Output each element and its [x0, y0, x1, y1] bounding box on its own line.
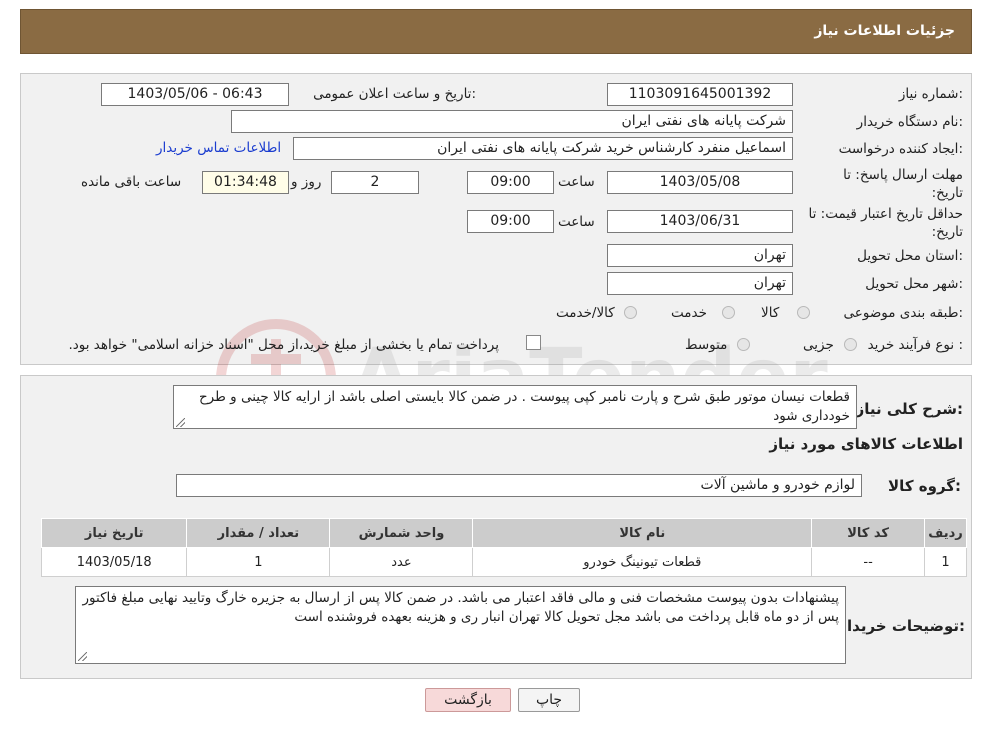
buyer-org-label: نام دستگاه خریدار:: [856, 114, 963, 130]
goods-table-header: ردیف کد کالا نام کالا واحد شمارش تعداد /…: [40, 518, 967, 548]
cell-date: 1403/05/18: [40, 547, 188, 577]
announce-field[interactable]: 1403/05/06 - 06:43: [101, 83, 289, 106]
summary-text: قطعات نیسان موتور طبق شرح و پارت نامبر ک…: [198, 389, 850, 424]
goods-group-label: گروه کالا:: [888, 477, 961, 495]
summary-field[interactable]: قطعات نیسان موتور طبق شرح و پارت نامبر ک…: [173, 385, 857, 429]
category-option-service: خدمت: [671, 305, 707, 321]
col-name: نام کالا: [472, 518, 813, 548]
goods-group-field[interactable]: لوازم خودرو و ماشین آلات: [176, 474, 862, 497]
city-label: شهر محل تحویل:: [865, 276, 963, 292]
validity-date-field[interactable]: 1403/06/31: [607, 210, 793, 233]
need-number-field[interactable]: 1103091645001392: [607, 83, 793, 106]
remaining-label: ساعت باقی مانده: [81, 174, 182, 190]
goods-panel: شرح کلی نیاز: قطعات نیسان موتور طبق شرح …: [20, 375, 972, 679]
print-button[interactable]: چاپ: [518, 688, 580, 712]
table-row[interactable]: 1 -- قطعات تیونینگ خودرو عدد 1 1403/05/1…: [40, 547, 967, 577]
process-label: نوع فرآیند خرید :: [867, 337, 963, 353]
summary-label: شرح کلی نیاز:: [855, 400, 963, 418]
buyer-notes-field[interactable]: پیشنهادات بدون پیوست مشخصات فنی و مالی ف…: [75, 586, 846, 664]
deadline-label: مهلت ارسال پاسخ: تا تاریخ:: [843, 167, 963, 201]
cell-row: 1: [924, 547, 967, 577]
buyer-notes-label: توضیحات خریدار:: [838, 617, 965, 635]
goods-table-wrapper: ردیف کد کالا نام کالا واحد شمارش تعداد /…: [40, 518, 967, 577]
province-label: استان محل تحویل:: [857, 248, 963, 264]
cell-qty: 1: [186, 547, 331, 577]
process-radio-medium[interactable]: [737, 338, 750, 351]
treasury-checkbox[interactable]: [526, 335, 541, 350]
cell-unit: عدد: [329, 547, 474, 577]
need-number-label: شماره نیاز:: [898, 86, 963, 102]
deadline-time-label: ساعت: [558, 174, 595, 190]
category-label: طبقه بندی موضوعی:: [843, 305, 963, 321]
category-radio-service[interactable]: [722, 306, 735, 319]
col-qty: تعداد / مقدار: [186, 518, 331, 548]
contact-info-link[interactable]: اطلاعات تماس خریدار: [156, 140, 281, 156]
category-option-goods: کالا: [761, 305, 780, 321]
category-option-both: کالا/خدمت: [556, 305, 615, 321]
process-option-partial: جزیی: [803, 337, 834, 353]
city-field[interactable]: تهران: [607, 272, 793, 295]
province-field[interactable]: تهران: [607, 244, 793, 267]
process-radio-partial[interactable]: [844, 338, 857, 351]
cell-name: قطعات تیونینگ خودرو: [472, 547, 813, 577]
category-radio-both[interactable]: [624, 306, 637, 319]
process-option-medium: متوسط: [685, 337, 728, 353]
buyer-notes-text: پیشنهادات بدون پیوست مشخصات فنی و مالی ف…: [82, 590, 839, 625]
need-info-panel: AriaTender.neT شماره نیاز: 1103091645001…: [20, 73, 972, 429]
deadline-date-field[interactable]: 1403/05/08: [607, 171, 793, 194]
creator-field[interactable]: اسماعیل منفرد کارشناس خرید شرکت پایانه ه…: [293, 137, 793, 160]
remaining-time-field: 01:34:48: [202, 171, 289, 194]
page-title: جزئیات اطلاعات نیاز: [814, 23, 955, 39]
page-header: جزئیات اطلاعات نیاز: [20, 9, 972, 54]
col-unit: واحد شمارش: [329, 518, 474, 548]
validity-label: حداقل تاریخ اعتبار قیمت: تا تاریخ:: [808, 206, 963, 240]
validity-time-field[interactable]: 09:00: [467, 210, 554, 233]
col-row: ردیف: [924, 518, 967, 548]
goods-table: ردیف کد کالا نام کالا واحد شمارش تعداد /…: [40, 518, 967, 577]
summary-resize-handle[interactable]: [176, 418, 185, 427]
col-code: کد کالا: [811, 518, 926, 548]
days-field[interactable]: 2: [331, 171, 419, 194]
days-label: روز و: [291, 174, 322, 190]
back-button[interactable]: بازگشت: [425, 688, 511, 712]
deadline-time-field[interactable]: 09:00: [467, 171, 554, 194]
announce-label: تاریخ و ساعت اعلان عمومی:: [313, 86, 476, 102]
validity-time-label: ساعت: [558, 214, 595, 230]
col-date: تاریخ نیاز: [40, 518, 188, 548]
creator-label: ایجاد کننده درخواست:: [838, 141, 963, 157]
buyer-notes-resize-handle[interactable]: [78, 652, 87, 661]
cell-code: --: [811, 547, 926, 577]
category-radio-goods[interactable]: [797, 306, 810, 319]
goods-info-title: اطلاعات کالاهای مورد نیاز: [769, 435, 963, 453]
process-note: پرداخت تمام یا بخشی از مبلغ خرید،از محل …: [68, 337, 499, 353]
buyer-org-field[interactable]: شرکت پایانه های نفتی ایران: [231, 110, 793, 133]
